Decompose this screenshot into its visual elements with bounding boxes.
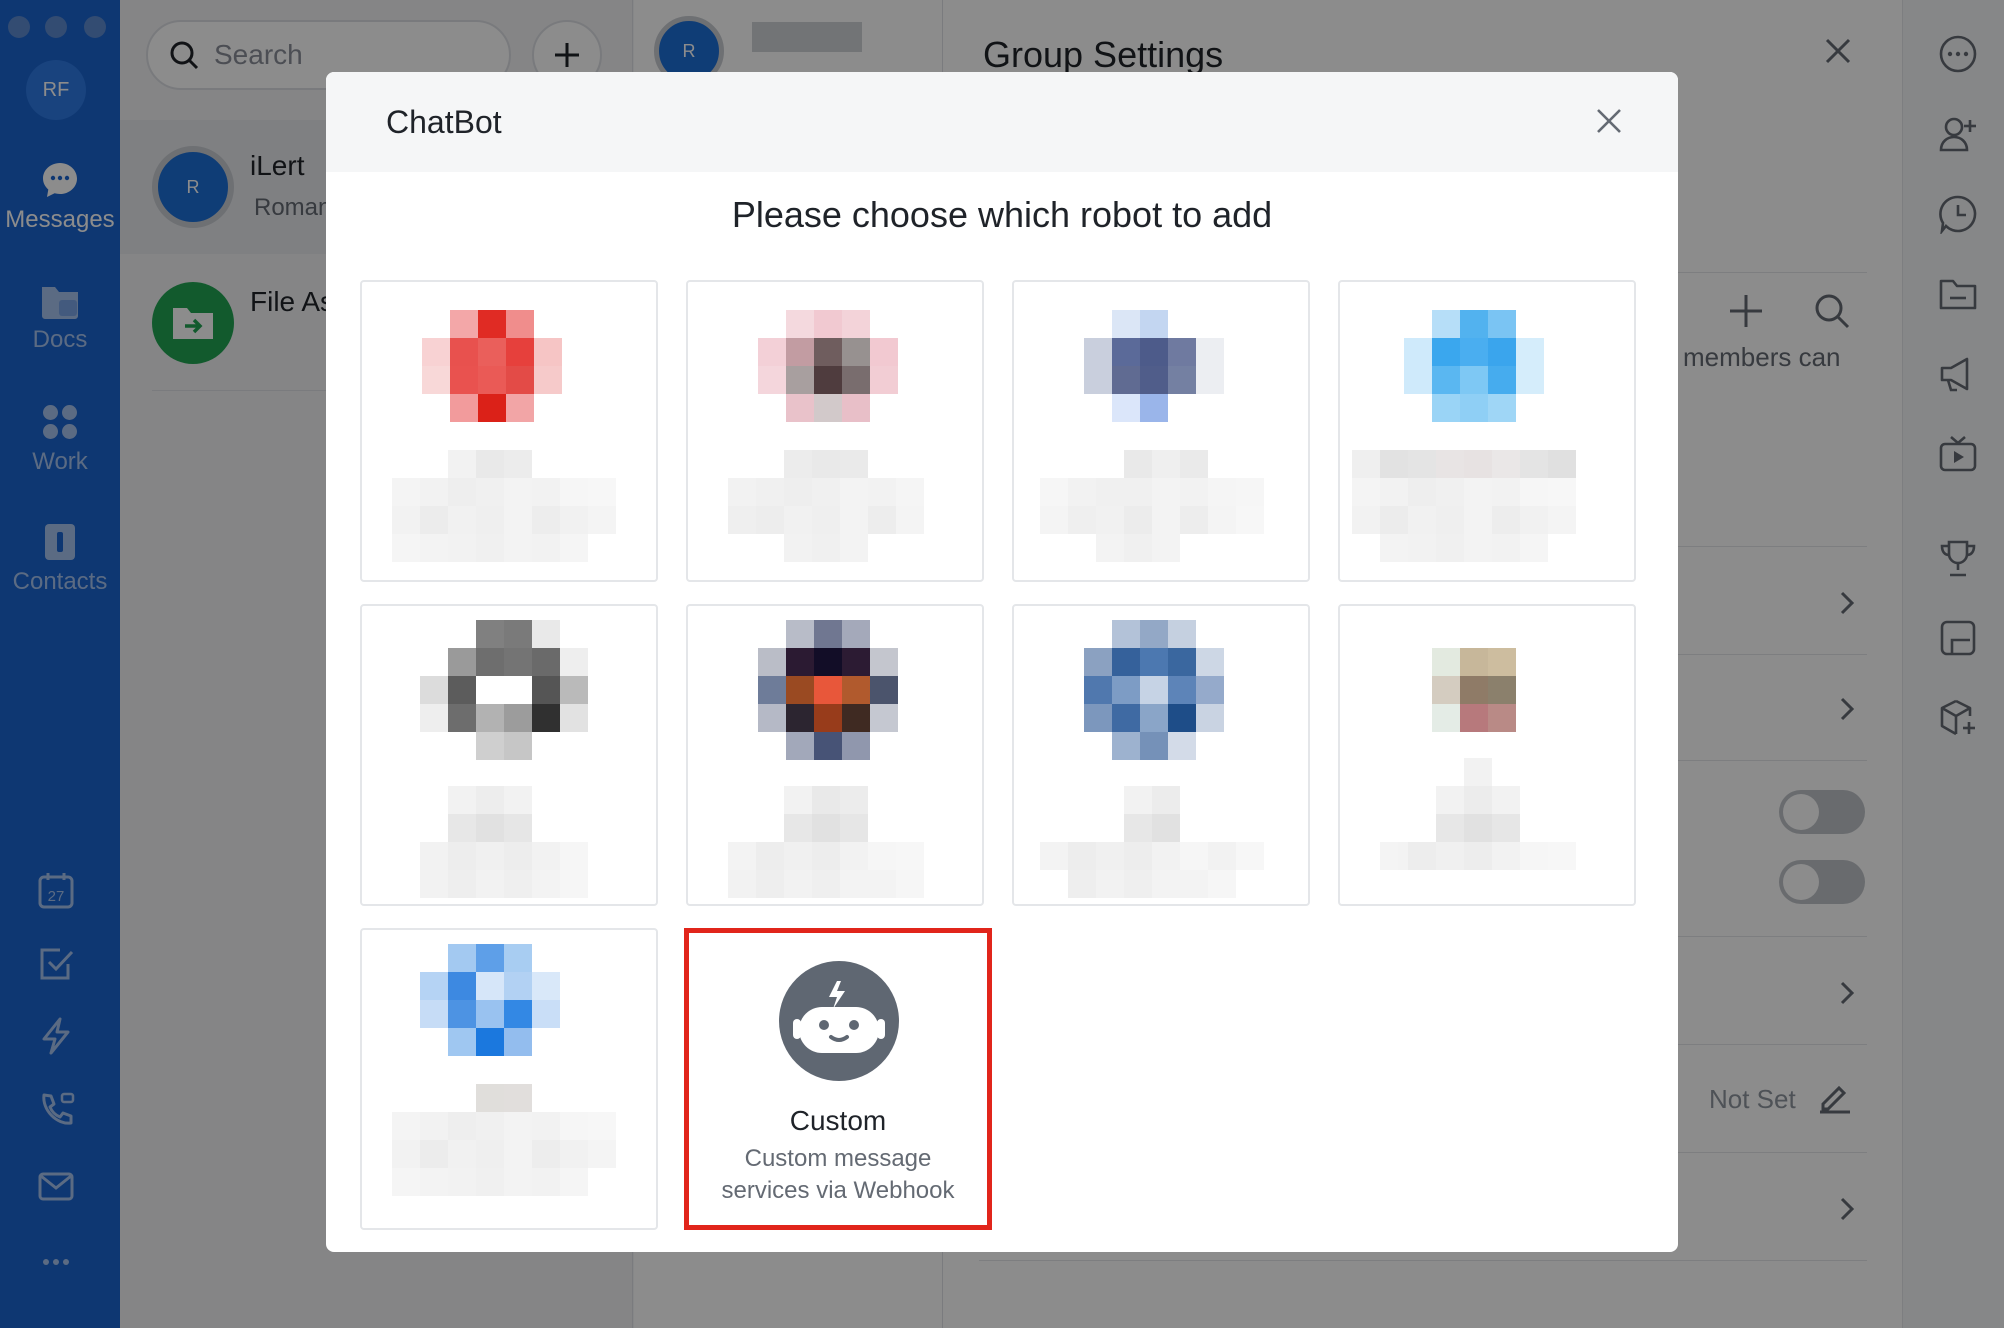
robot-name-redacted bbox=[392, 1084, 616, 1196]
robot-name-redacted bbox=[728, 786, 924, 898]
robot-logo-redacted bbox=[758, 620, 898, 760]
modal-header: ChatBot bbox=[326, 72, 1678, 172]
custom-webhook-robot-card[interactable]: Custom Custom message services via Webho… bbox=[684, 928, 992, 1230]
robot-option-card[interactable] bbox=[1338, 604, 1636, 906]
robot-option-card[interactable] bbox=[1338, 280, 1636, 582]
robot-logo-redacted bbox=[758, 310, 898, 422]
modal-subtitle: Please choose which robot to add bbox=[731, 194, 1273, 235]
robot-option-card[interactable] bbox=[1012, 280, 1310, 582]
robot-option-card[interactable] bbox=[1012, 604, 1310, 906]
robot-name-redacted bbox=[1040, 786, 1264, 898]
robot-name-redacted bbox=[1352, 450, 1604, 562]
robot-name-redacted bbox=[1380, 758, 1576, 870]
custom-robot-description-line: Custom message bbox=[744, 1145, 932, 1172]
robot-option-card[interactable] bbox=[686, 280, 984, 582]
custom-robot-description: Custom message services via Webhook bbox=[689, 1143, 987, 1207]
robot-logo-redacted bbox=[420, 944, 560, 1056]
custom-robot-description-line: services via Webhook bbox=[721, 1177, 955, 1204]
modal-close-icon[interactable] bbox=[1594, 106, 1624, 136]
robot-option-card[interactable] bbox=[360, 280, 658, 582]
robot-logo-redacted bbox=[1084, 310, 1224, 422]
robot-option-card[interactable] bbox=[360, 604, 658, 906]
robot-logo-redacted bbox=[1404, 310, 1572, 422]
robot-option-card[interactable] bbox=[360, 928, 658, 1230]
robot-name-redacted bbox=[1040, 450, 1264, 562]
robot-name-redacted bbox=[420, 786, 588, 898]
robot-logo-redacted bbox=[1084, 620, 1224, 760]
chatbot-modal: ChatBot Please choose which robot to add bbox=[326, 72, 1678, 1252]
robot-logo-redacted bbox=[420, 620, 588, 760]
robot-logo-redacted bbox=[1432, 648, 1516, 732]
custom-robot-title: Custom bbox=[789, 1105, 887, 1136]
robot-face-icon bbox=[793, 981, 885, 1053]
robot-option-card[interactable] bbox=[686, 604, 984, 906]
robot-logo-redacted bbox=[422, 310, 562, 422]
robot-name-redacted bbox=[728, 450, 924, 562]
modal-title: ChatBot bbox=[386, 104, 502, 140]
custom-robot-icon bbox=[779, 961, 899, 1081]
robot-name-redacted bbox=[392, 450, 616, 562]
